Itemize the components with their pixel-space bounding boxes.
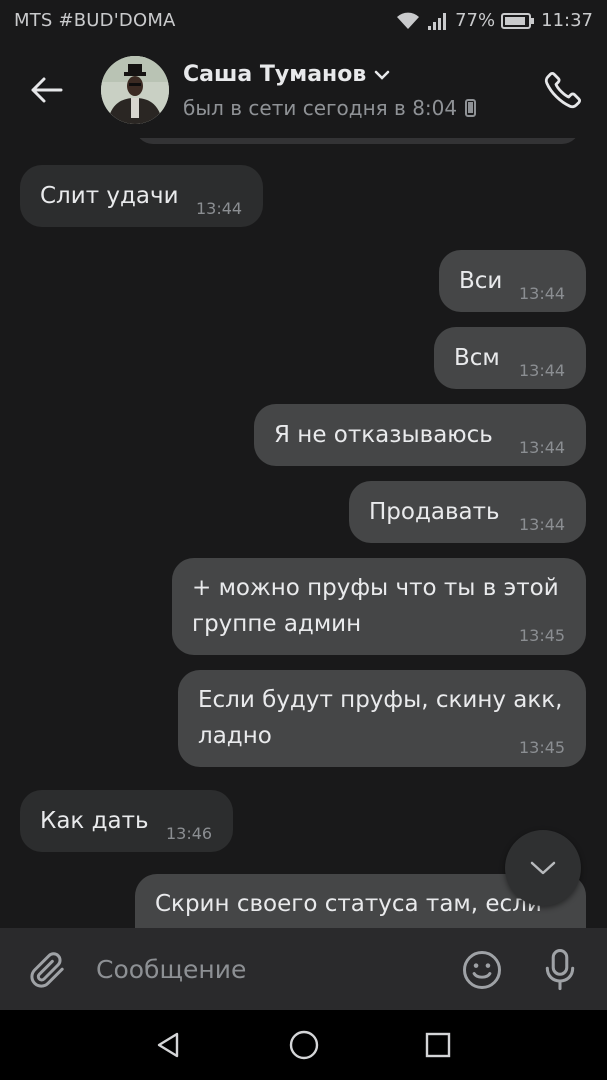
message-text: ладно (198, 723, 272, 749)
circle-home-icon (289, 1030, 319, 1060)
message-input[interactable] (96, 944, 436, 994)
message-time: 13:45 (519, 626, 566, 645)
avatar-image (101, 56, 169, 124)
message-bubble-partial[interactable] (135, 138, 580, 144)
status-bar: MTS #BUD'DOMA 77% 11:37 (0, 0, 607, 42)
message-text: Всм (454, 345, 500, 371)
signal-icon (428, 12, 447, 30)
phone-device-icon (465, 99, 477, 117)
clock: 11:37 (541, 10, 593, 31)
message-bubble[interactable]: Слит удачи 13:44 (20, 165, 263, 227)
chat-screen: MTS #BUD'DOMA 77% 11:37 Саша Туманов был… (0, 0, 607, 1080)
message-text: Скрин своего статуса там, если (155, 891, 542, 917)
emoji-button[interactable] (458, 946, 506, 994)
back-button[interactable] (22, 66, 70, 114)
message-time: 13:44 (519, 515, 566, 534)
scroll-down-button[interactable] (505, 830, 581, 906)
message-time: 13:44 (519, 438, 566, 457)
message-bubble[interactable]: Продавать 13:44 (349, 481, 586, 543)
message-bubble[interactable]: Как дать 13:46 (20, 790, 233, 852)
message-bubble[interactable]: Если будут пруфы, скину акк, ладно 13:45 (178, 670, 586, 767)
chevron-down-icon (530, 861, 556, 875)
message-text: группе админ (192, 611, 362, 637)
smiley-icon (463, 951, 501, 989)
message-text: Слит удачи (40, 183, 179, 209)
attach-button[interactable] (24, 946, 72, 994)
chat-header: Саша Туманов был в сети сегодня в 8:04 (0, 42, 607, 138)
paperclip-icon (30, 952, 64, 988)
contact-status: был в сети сегодня в 8:04 (183, 96, 477, 120)
message-time: 13:46 (166, 824, 213, 843)
message-bubble[interactable]: + можно пруфы что ты в этой группе админ… (172, 558, 586, 655)
message-text: Если будут пруфы, скину акк, (198, 687, 563, 713)
status-indicators: 77% 11:37 (395, 10, 593, 31)
message-list[interactable]: Слит удачи 13:44 Вси 13:44 Всм 13:44 Я н… (0, 138, 607, 928)
nav-home-button[interactable] (280, 1021, 328, 1069)
chevron-down-icon (375, 70, 390, 80)
message-time: 13:45 (519, 738, 566, 757)
system-nav-bar (0, 1010, 607, 1080)
call-button[interactable] (537, 64, 589, 116)
carrier-label: MTS #BUD'DOMA (14, 10, 176, 31)
last-seen-text: был в сети сегодня в 8:04 (183, 96, 458, 120)
message-text: Продавать (369, 499, 500, 525)
square-recents-icon (425, 1032, 451, 1058)
message-text: Как дать (40, 808, 149, 834)
message-text: Я не отказываюсь (274, 422, 493, 448)
message-bubble[interactable]: Я не отказываюсь 13:44 (254, 404, 586, 466)
message-time: 13:44 (519, 284, 566, 303)
message-time: 13:44 (196, 199, 243, 218)
phone-call-icon (544, 72, 581, 109)
nav-recents-button[interactable] (414, 1021, 462, 1069)
message-text: + можно пруфы что ты в этой (192, 575, 559, 601)
battery-icon (501, 12, 535, 29)
triangle-back-icon (157, 1032, 179, 1058)
wifi-icon (397, 12, 420, 29)
battery-percent: 77% (455, 10, 496, 31)
arrow-left-icon (31, 77, 63, 103)
microphone-icon (545, 949, 575, 991)
microphone-button[interactable] (536, 944, 584, 996)
message-bubble[interactable]: Вси 13:44 (439, 250, 586, 312)
contact-name-button[interactable]: Саша Туманов (183, 62, 390, 87)
message-text: Вси (459, 268, 503, 294)
avatar[interactable] (101, 56, 169, 124)
message-bubble[interactable]: Всм 13:44 (434, 327, 586, 389)
contact-name: Саша Туманов (183, 62, 367, 87)
message-time: 13:44 (519, 361, 566, 380)
message-composer (0, 928, 607, 1010)
nav-back-button[interactable] (144, 1021, 192, 1069)
